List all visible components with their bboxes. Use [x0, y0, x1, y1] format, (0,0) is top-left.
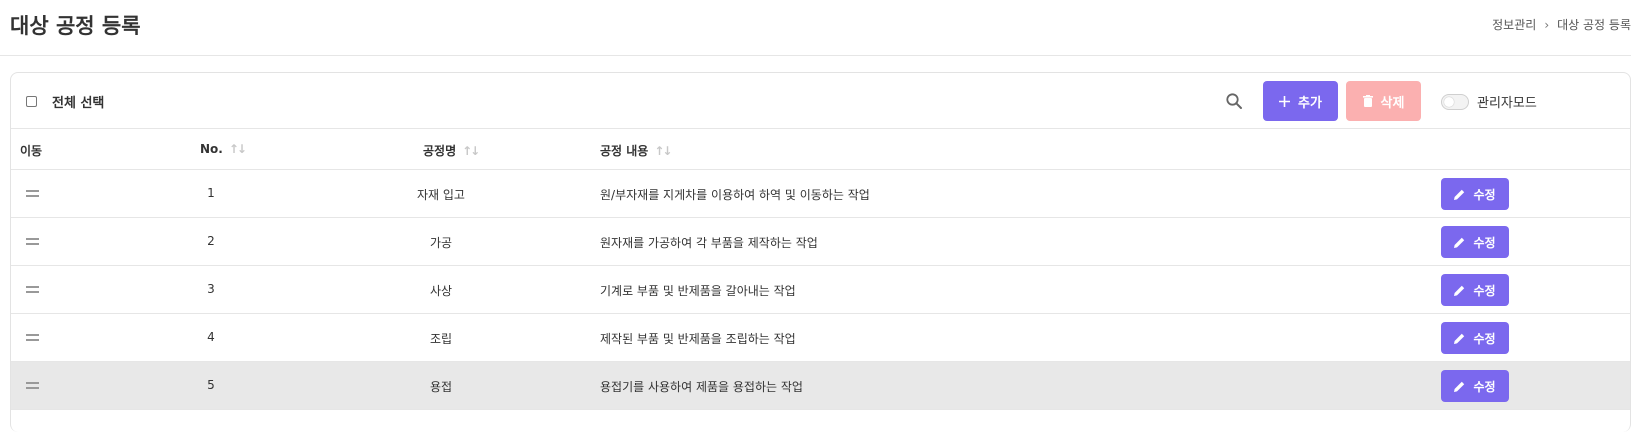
- table-row: 5 용접 용접기를 사용하여 제품을 용접하는 작업 수정: [11, 362, 1630, 410]
- cell-process-name: 조립: [429, 332, 453, 346]
- column-header-move-label: 이동: [20, 144, 43, 158]
- cell-process-desc: 원자재를 가공하여 각 부품을 제작하는 작업: [600, 236, 818, 250]
- pencil-icon: [1454, 189, 1465, 200]
- cell-no: 2: [207, 234, 215, 248]
- table-row: 2 가공 원자재를 가공하여 각 부품을 제작하는 작업 수정: [11, 218, 1630, 266]
- cell-process-desc: 제작된 부품 및 반제품을 조립하는 작업: [600, 332, 796, 346]
- search-button[interactable]: [1223, 90, 1245, 112]
- cell-process-name: 자재 입고: [417, 188, 465, 202]
- select-all-checkbox[interactable]: [26, 96, 37, 107]
- admin-mode-switch[interactable]: [1441, 93, 1469, 110]
- delete-button-label: 삭제: [1380, 95, 1405, 111]
- edit-button[interactable]: 수정: [1441, 178, 1509, 210]
- admin-mode-label: 관리자모드: [1477, 96, 1537, 111]
- drag-handle-icon[interactable]: [26, 238, 39, 245]
- select-all[interactable]: 전체 선택: [26, 92, 104, 111]
- edit-button-label: 수정: [1473, 331, 1496, 346]
- drag-handle-icon[interactable]: [26, 334, 39, 341]
- cell-process-desc: 기계로 부품 및 반제품을 갈아내는 작업: [600, 284, 796, 298]
- page-title: 대상 공정 등록: [10, 14, 141, 38]
- breadcrumb-item-info[interactable]: 정보관리: [1492, 16, 1536, 33]
- admin-mode-toggle[interactable]: 관리자모드: [1441, 92, 1537, 111]
- add-button-label: 추가: [1298, 95, 1322, 111]
- column-header-move: 이동: [20, 142, 42, 159]
- breadcrumb-item-current: 대상 공정 등록: [1557, 18, 1631, 32]
- table-header: 이동 No. ↑↓ 공정명 ↑↓ 공정 내용 ↑↓: [11, 129, 1630, 170]
- sort-icon[interactable]: ↑↓: [462, 144, 480, 158]
- table-toolbar: 전체 선택 추가 삭제 관리자모드: [11, 73, 1630, 129]
- column-header-name-label: 공정명: [423, 144, 457, 158]
- cell-process-desc: 원/부자재를 지게차를 이용하여 하역 및 이동하는 작업: [600, 188, 870, 202]
- cell-no: 3: [207, 282, 215, 296]
- table-row: 1 자재 입고 원/부자재를 지게차를 이용하여 하역 및 이동하는 작업 수정: [11, 170, 1630, 218]
- pencil-icon: [1454, 285, 1465, 296]
- edit-button[interactable]: 수정: [1441, 322, 1509, 354]
- sort-icon[interactable]: ↑↓: [229, 142, 247, 156]
- column-header-no-label: No.: [200, 142, 223, 156]
- column-header-desc[interactable]: 공정 내용 ↑↓: [600, 142, 672, 159]
- pencil-icon: [1454, 381, 1465, 392]
- drag-handle-icon[interactable]: [26, 382, 39, 389]
- process-table-card: 전체 선택 추가 삭제 관리자모드 이동 No. ↑↓ 공정명 ↑↓ 공정 내용…: [10, 72, 1631, 432]
- drag-handle-icon[interactable]: [26, 286, 39, 293]
- pencil-icon: [1454, 237, 1465, 248]
- cell-process-name: 용접: [429, 380, 453, 394]
- switch-knob: [1444, 96, 1454, 107]
- plus-icon: [1279, 95, 1291, 107]
- drag-handle-icon[interactable]: [26, 190, 39, 197]
- sort-icon[interactable]: ↑↓: [654, 144, 672, 158]
- cell-no: 4: [207, 330, 215, 344]
- column-header-no[interactable]: No. ↑↓: [200, 142, 247, 156]
- edit-button[interactable]: 수정: [1441, 226, 1509, 258]
- search-icon: [1226, 93, 1242, 109]
- cell-process-desc: 용접기를 사용하여 제품을 용접하는 작업: [600, 380, 803, 394]
- cell-no: 5: [207, 378, 215, 392]
- edit-button-label: 수정: [1473, 187, 1496, 202]
- edit-button-label: 수정: [1473, 283, 1496, 298]
- cell-process-name: 가공: [429, 236, 453, 250]
- edit-button-label: 수정: [1473, 235, 1496, 250]
- delete-button[interactable]: 삭제: [1346, 81, 1421, 121]
- table-row: 4 조립 제작된 부품 및 반제품을 조립하는 작업 수정: [11, 314, 1630, 362]
- column-header-name[interactable]: 공정명 ↑↓: [423, 142, 480, 159]
- breadcrumb: 정보관리 › 대상 공정 등록: [1492, 16, 1631, 33]
- edit-button[interactable]: 수정: [1441, 274, 1509, 306]
- pencil-icon: [1454, 333, 1465, 344]
- add-button[interactable]: 추가: [1263, 81, 1338, 121]
- page-header: 대상 공정 등록 정보관리 › 대상 공정 등록: [0, 0, 1631, 56]
- breadcrumb-separator: ›: [1544, 17, 1550, 32]
- cell-process-name: 사상: [429, 284, 453, 298]
- cell-no: 1: [207, 186, 215, 200]
- edit-button-label: 수정: [1473, 379, 1496, 394]
- column-header-desc-label: 공정 내용: [600, 144, 649, 158]
- edit-button[interactable]: 수정: [1441, 370, 1509, 402]
- trash-icon: [1362, 95, 1373, 107]
- table-row: 3 사상 기계로 부품 및 반제품을 갈아내는 작업 수정: [11, 266, 1630, 314]
- select-all-label: 전체 선택: [52, 96, 105, 111]
